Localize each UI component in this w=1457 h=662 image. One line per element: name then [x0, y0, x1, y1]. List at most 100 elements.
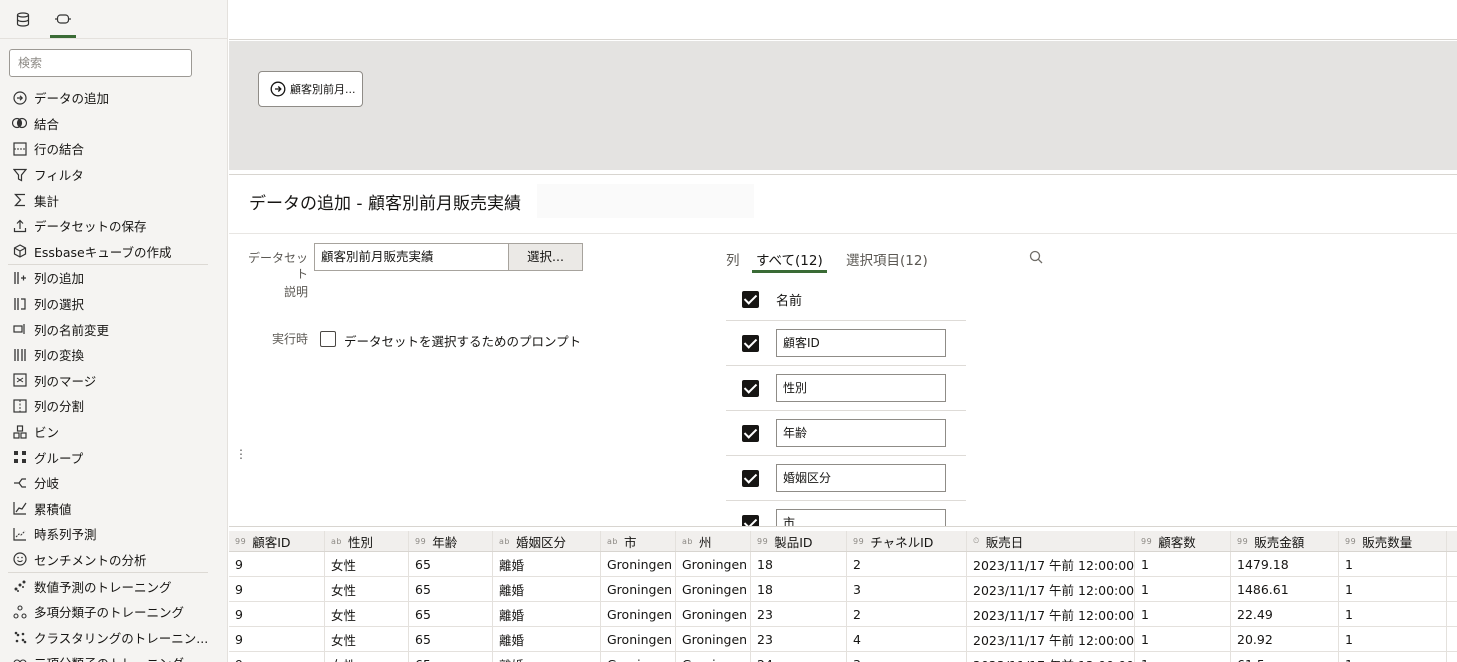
step-item-label: 結合	[34, 116, 60, 132]
columns-label: 列	[726, 253, 740, 269]
header-label: 顧客数	[1158, 534, 1196, 550]
column-checkbox[interactable]	[742, 334, 759, 352]
step-item[interactable]: 時系列予測	[0, 521, 227, 547]
add-data-icon	[12, 90, 27, 105]
table-cell: 61.5	[1231, 652, 1339, 662]
step-item[interactable]: Essbaseキューブの作成	[0, 239, 227, 265]
step-item[interactable]: 列の分割	[0, 393, 227, 419]
dataset-field[interactable]: 顧客別前月販売実績	[314, 243, 509, 271]
column-checkbox[interactable]	[742, 469, 759, 487]
search-icon	[1029, 250, 1043, 264]
table-cell: 18	[751, 577, 847, 601]
step-item[interactable]: 結合	[0, 111, 227, 137]
step-item[interactable]: 行の結合	[0, 136, 227, 162]
node-label: 顧客別前月...	[290, 83, 356, 96]
tab-selected-columns[interactable]: 選択項目(12)	[846, 247, 928, 271]
step-item[interactable]: 列の選択	[0, 291, 227, 317]
select-dataset-button[interactable]: 選択...	[508, 243, 583, 271]
step-item[interactable]: データの追加	[0, 85, 227, 111]
app-root: データの追加結合行の結合フィルタ集計データセットの保存 Essbaseキューブの作…	[0, 0, 1457, 662]
column-checkbox[interactable]	[742, 514, 759, 526]
column-checkbox[interactable]	[742, 379, 759, 397]
add-data-node[interactable]: 顧客別前月...	[258, 71, 363, 107]
grid-header-cell[interactable]: 99 販売金額	[1231, 531, 1339, 551]
dataset-label: データセット	[244, 250, 308, 282]
step-item[interactable]: 列の追加	[0, 265, 227, 291]
grid-header-cell[interactable]: 99 チャネルID	[847, 531, 967, 551]
step-item[interactable]: 集計	[0, 187, 227, 213]
grid-header-cell[interactable]: ab 性別	[325, 531, 409, 551]
grid-header-cell[interactable]: ⏲ 販売日	[967, 531, 1135, 551]
grid-header-cell[interactable]: 99 製品ID	[751, 531, 847, 551]
step-item[interactable]: 数値予測のトレーニング	[0, 573, 227, 599]
column-name-field[interactable]: 市	[776, 509, 946, 526]
table-cell: 離婚	[493, 577, 601, 601]
step-item[interactable]: グループ	[0, 444, 227, 470]
step-item[interactable]: 二項分類子のトレーニング	[0, 650, 227, 662]
step-item[interactable]: フィルタ	[0, 162, 227, 188]
table-cell: 3	[847, 652, 967, 662]
runtime-label: 実行時	[271, 332, 308, 346]
tab-steps[interactable]	[50, 0, 76, 38]
table-cell: 22.49	[1231, 602, 1339, 626]
grid-header-cell[interactable]: ab 市	[601, 531, 676, 551]
arrow-circle-right-icon	[270, 81, 286, 97]
step-item-label: 集計	[34, 193, 60, 209]
step-item-label: グループ	[34, 450, 84, 466]
grid-header-row: 99 顧客ID ab 性別 99 年齢 ab 婚姻区分 ab 市 ab 州 99 製品ID 99 チャネルID…	[229, 531, 1457, 552]
sidebar-tabs	[0, 0, 227, 39]
step-item[interactable]: 多項分類子のトレーニング	[0, 599, 227, 625]
header-label: 顧客ID	[252, 534, 291, 550]
step-item[interactable]: 累積値	[0, 496, 227, 522]
step-item[interactable]: 列の変換	[0, 342, 227, 368]
table-cell: 1	[1339, 627, 1447, 651]
step-item-label: ビン	[34, 425, 60, 441]
table-cell: 23	[751, 627, 847, 651]
table-cell: 9	[229, 577, 325, 601]
grid-header-cell[interactable]: ab 州	[676, 531, 751, 551]
step-item[interactable]: ビン	[0, 419, 227, 445]
table-cell: 9	[229, 552, 325, 576]
grid-header-cell[interactable]: 99 年齢	[409, 531, 493, 551]
column-checkbox[interactable]	[742, 424, 759, 442]
table-cell: Groningen	[601, 552, 676, 576]
column-name-field[interactable]: 年齢	[776, 419, 946, 447]
step-item[interactable]: 分岐	[0, 470, 227, 496]
prompt-checkbox[interactable]	[320, 331, 336, 347]
table-cell: 2023/11/17 午前 12:00:00	[967, 577, 1135, 601]
table-cell: 1	[1135, 627, 1231, 651]
grid-header-cell[interactable]: 99 顧客数	[1135, 531, 1231, 551]
step-item[interactable]: データセットの保存	[0, 213, 227, 239]
table-cell: 2023/11/17 午前 12:00:00	[967, 627, 1135, 651]
grid-header-cell[interactable]: 99 販売数量	[1339, 531, 1447, 551]
column-name-field[interactable]: 顧客ID	[776, 329, 946, 357]
step-item-label: 二項分類子のトレーニング	[34, 653, 184, 662]
step-item-label: 列の変換	[34, 348, 85, 364]
grid-header-cell[interactable]: 99 顧客ID	[229, 531, 325, 551]
column-list: 名前 顧客ID 性別 年齢 婚姻区分市	[726, 278, 966, 526]
divider	[229, 174, 1457, 175]
column-name-field[interactable]: 性別	[776, 374, 946, 402]
step-description-field[interactable]	[537, 184, 754, 218]
table-cell: 9	[229, 652, 325, 662]
step-item[interactable]: 列の名前変更	[0, 316, 227, 342]
tab-all-columns[interactable]: すべて(12)	[752, 247, 827, 273]
step-item[interactable]: クラスタリングのトレーニン...	[0, 624, 227, 650]
header-label: 年齢	[432, 534, 458, 550]
step-item[interactable]: 列のマージ	[0, 368, 227, 394]
dataflow-canvas[interactable]: 顧客別前月...	[229, 41, 1457, 170]
grid-header-cell[interactable]: ab 婚姻区分	[493, 531, 601, 551]
branch-icon	[12, 475, 27, 490]
tab-data[interactable]	[10, 0, 36, 38]
table-cell: 女性	[325, 652, 409, 662]
panel-resize-handle[interactable]: ⋮	[235, 447, 247, 461]
column-search-button[interactable]	[1029, 250, 1043, 268]
select-all-checkbox[interactable]	[742, 290, 759, 308]
filter-icon	[12, 167, 27, 182]
table-row: 9 女性 65 離婚 Groningen Groningen 23 2 2023/11/17 午…	[229, 602, 1457, 627]
column-name-field[interactable]: 婚姻区分	[776, 464, 946, 492]
header-label: 製品ID	[774, 534, 813, 550]
step-item-label: フィルタ	[34, 168, 84, 184]
step-search-input[interactable]	[9, 49, 192, 77]
step-item[interactable]: センチメントの分析	[0, 547, 227, 573]
